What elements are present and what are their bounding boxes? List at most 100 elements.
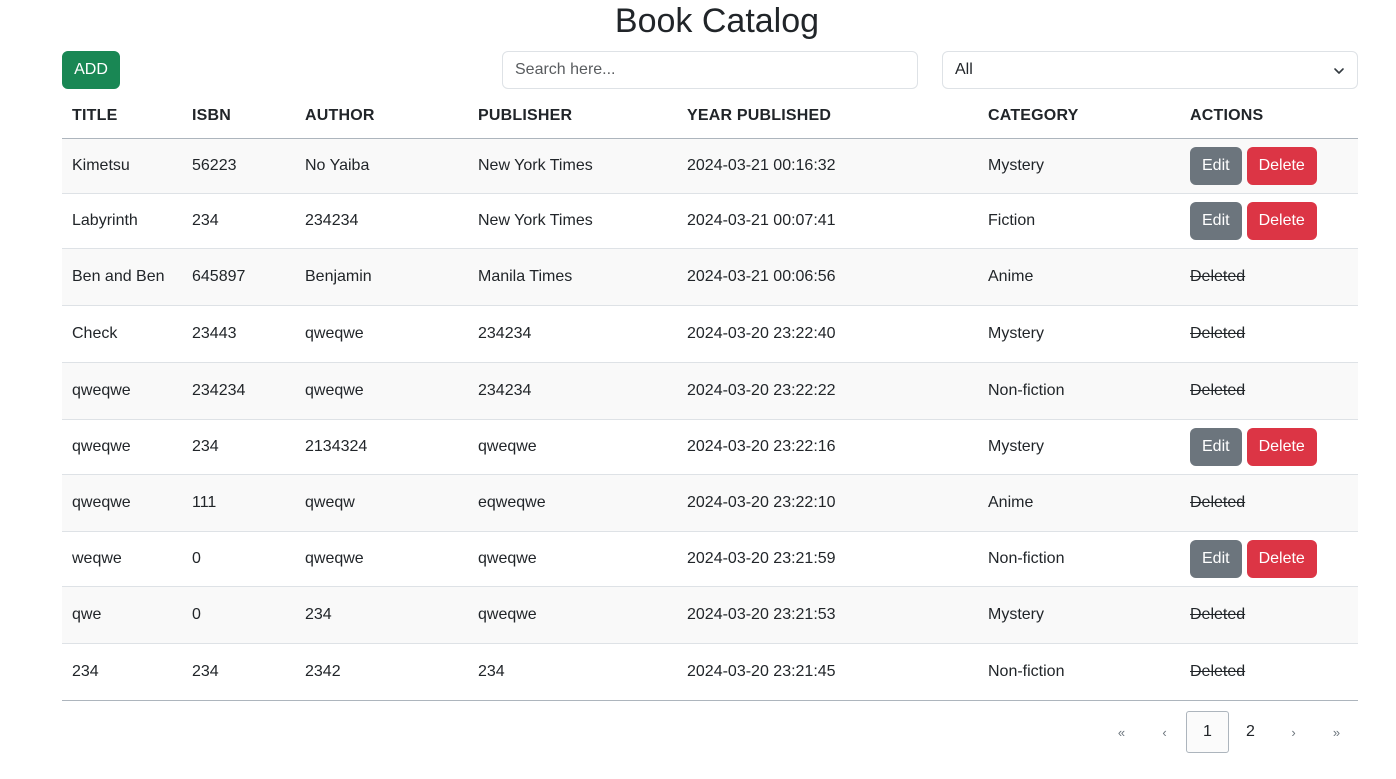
cell-actions: Deleted (1180, 248, 1358, 306)
cell-author: qweqwe (295, 305, 468, 363)
edit-button[interactable]: Edit (1190, 427, 1242, 466)
cell-year-published: 2024-03-20 23:22:16 (677, 419, 978, 475)
cell-publisher: Manila Times (468, 248, 677, 306)
cell-year-published: 2024-03-20 23:22:40 (677, 305, 978, 363)
cell-actions: Deleted (1180, 474, 1358, 532)
category-filter-select[interactable]: All (942, 51, 1358, 89)
cell-author: 2134324 (295, 419, 468, 475)
column-header-isbn: ISBN (182, 95, 295, 139)
edit-button[interactable]: Edit (1190, 146, 1242, 185)
cell-title: Ben and Ben (62, 248, 182, 306)
cell-title: qwe (62, 586, 182, 644)
cell-isbn: 56223 (182, 138, 295, 194)
deleted-status: Deleted (1190, 493, 1246, 511)
column-header-category: CATEGORY (978, 95, 1180, 139)
filter-selected-value: All (955, 61, 973, 78)
cell-category: Non-fiction (978, 643, 1180, 701)
cell-category: Mystery (978, 419, 1180, 475)
column-header-year-published: YEAR PUBLISHED (677, 95, 978, 139)
cell-actions: Deleted (1180, 362, 1358, 420)
table-header-row: TITLE ISBN AUTHOR PUBLISHER YEAR PUBLISH… (62, 95, 1358, 139)
table-row: Ben and Ben 645897 Benjamin Manila Times 202… (62, 248, 1358, 306)
pagination-page-2[interactable]: 2 (1229, 711, 1272, 753)
deleted-status: Deleted (1190, 267, 1246, 285)
cell-publisher: New York Times (468, 193, 677, 249)
cell-category: Mystery (978, 305, 1180, 363)
delete-button[interactable]: Delete (1246, 201, 1317, 240)
deleted-status: Deleted (1190, 605, 1246, 623)
table-row: qweqwe 234 2134324 qweqwe 2024-03-20 23:22:1… (62, 419, 1358, 475)
cell-category: Anime (978, 474, 1180, 532)
cell-year-published: 2024-03-20 23:21:53 (677, 586, 978, 644)
cell-actions: Edit Delete (1180, 531, 1358, 587)
cell-isbn: 0 (182, 586, 295, 644)
cell-actions: Edit Delete (1180, 138, 1358, 194)
cell-publisher: eqweqwe (468, 474, 677, 532)
cell-category: Fiction (978, 193, 1180, 249)
cell-author: 2342 (295, 643, 468, 701)
column-header-publisher: PUBLISHER (468, 95, 677, 139)
cell-author: 234234 (295, 193, 468, 249)
cell-actions: Edit Delete (1180, 193, 1358, 249)
cell-category: Mystery (978, 586, 1180, 644)
cell-publisher: qweqwe (468, 586, 677, 644)
page-title: Book Catalog (614, 2, 820, 40)
cell-actions: Edit Delete (1180, 419, 1358, 475)
cell-publisher: 234234 (468, 362, 677, 420)
pagination-page-1[interactable]: 1 (1186, 711, 1229, 753)
table-body: Kimetsu 56223 No Yaiba New York Times 2024-0… (62, 138, 1358, 701)
cell-isbn: 645897 (182, 248, 295, 306)
cell-actions: Deleted (1180, 586, 1358, 644)
cell-publisher: New York Times (468, 138, 677, 194)
cell-author: 234 (295, 586, 468, 644)
cell-category: Anime (978, 248, 1180, 306)
column-header-actions: ACTIONS (1180, 95, 1358, 139)
table-row: qweqwe 111 qweqw eqweqwe 2024-03-20 23:22:10… (62, 474, 1358, 532)
cell-title: Check (62, 305, 182, 363)
delete-button[interactable]: Delete (1246, 146, 1317, 185)
cell-isbn: 234 (182, 419, 295, 475)
cell-title: qweqwe (62, 419, 182, 475)
cell-publisher: qweqwe (468, 419, 677, 475)
cell-author: qweqwe (295, 362, 468, 420)
pagination-first[interactable]: « (1100, 711, 1143, 753)
delete-button[interactable]: Delete (1246, 539, 1317, 578)
deleted-status: Deleted (1190, 324, 1246, 342)
table-row: Kimetsu 56223 No Yaiba New York Times 2024-0… (62, 138, 1358, 194)
delete-button[interactable]: Delete (1246, 427, 1317, 466)
cell-title: 234 (62, 643, 182, 701)
edit-button[interactable]: Edit (1190, 539, 1242, 578)
books-table: TITLE ISBN AUTHOR PUBLISHER YEAR PUBLISH… (62, 95, 1358, 701)
cell-category: Non-fiction (978, 531, 1180, 587)
cell-publisher: qweqwe (468, 531, 677, 587)
cell-year-published: 2024-03-21 00:16:32 (677, 138, 978, 194)
cell-actions: Deleted (1180, 305, 1358, 363)
cell-title: Labyrinth (62, 193, 182, 249)
cell-category: Non-fiction (978, 362, 1180, 420)
cell-title: qweqwe (62, 474, 182, 532)
cell-author: No Yaiba (295, 138, 468, 194)
cell-author: qweqw (295, 474, 468, 532)
edit-button[interactable]: Edit (1190, 201, 1242, 240)
pagination-last[interactable]: » (1315, 711, 1358, 753)
cell-year-published: 2024-03-20 23:22:22 (677, 362, 978, 420)
cell-year-published: 2024-03-21 00:06:56 (677, 248, 978, 306)
search-input[interactable] (502, 51, 918, 89)
chevron-down-icon (1333, 64, 1345, 76)
cell-isbn: 111 (182, 474, 295, 532)
cell-year-published: 2024-03-21 00:07:41 (677, 193, 978, 249)
table-row: Check 23443 qweqwe 234234 2024-03-20 23:22:4… (62, 305, 1358, 363)
pagination-prev[interactable]: ‹ (1143, 711, 1186, 753)
cell-isbn: 234 (182, 193, 295, 249)
cell-title: weqwe (62, 531, 182, 587)
cell-author: Benjamin (295, 248, 468, 306)
add-button[interactable]: ADD (62, 51, 120, 89)
table-row: weqwe 0 qweqwe qweqwe 2024-03-20 23:21:59 Non… (62, 531, 1358, 587)
deleted-status: Deleted (1190, 381, 1246, 399)
cell-title: qweqwe (62, 362, 182, 420)
cell-publisher: 234 (468, 643, 677, 701)
pagination-next[interactable]: › (1272, 711, 1315, 753)
cell-isbn: 234234 (182, 362, 295, 420)
table-row: 234 234 2342 234 2024-03-20 23:21:45 Non-fict… (62, 643, 1358, 701)
table-row: qweqwe 234234 qweqwe 234234 2024-03-20 23:22… (62, 362, 1358, 420)
